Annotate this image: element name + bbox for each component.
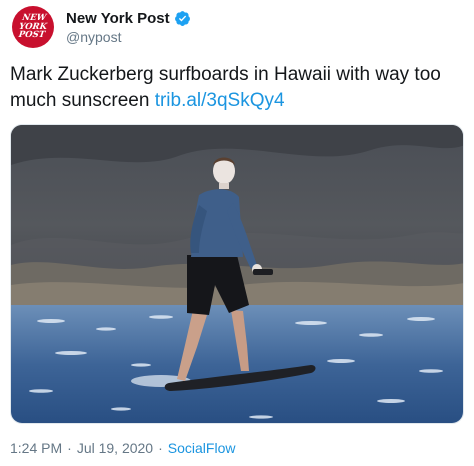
avatar-logo-text: NEW YORK POST [17,13,48,40]
display-name[interactable]: New York Post [66,10,170,27]
tweet-photo[interactable] [10,124,464,424]
tweet-source[interactable]: SocialFlow [168,440,236,456]
account-handle[interactable]: @nypost [66,29,121,45]
meta-separator: · [158,440,163,456]
verified-badge-icon [174,10,191,27]
meta-separator: · [67,440,72,456]
name-row: New York Post [66,8,191,28]
tweet-text: Mark Zuckerberg surfboards in Hawaii wit… [10,62,464,114]
tweet-header: NEW YORK POST New York Post @nypost [12,4,462,52]
photo-scene [11,125,463,423]
tweet-date[interactable]: Jul 19, 2020 [77,440,153,456]
tweet-meta: 1:24 PM · Jul 19, 2020 · SocialFlow [10,440,235,456]
avatar[interactable]: NEW YORK POST [12,6,54,48]
tweet-link[interactable]: trib.al/3qSkQy4 [155,90,285,111]
tweet-time[interactable]: 1:24 PM [10,440,62,456]
